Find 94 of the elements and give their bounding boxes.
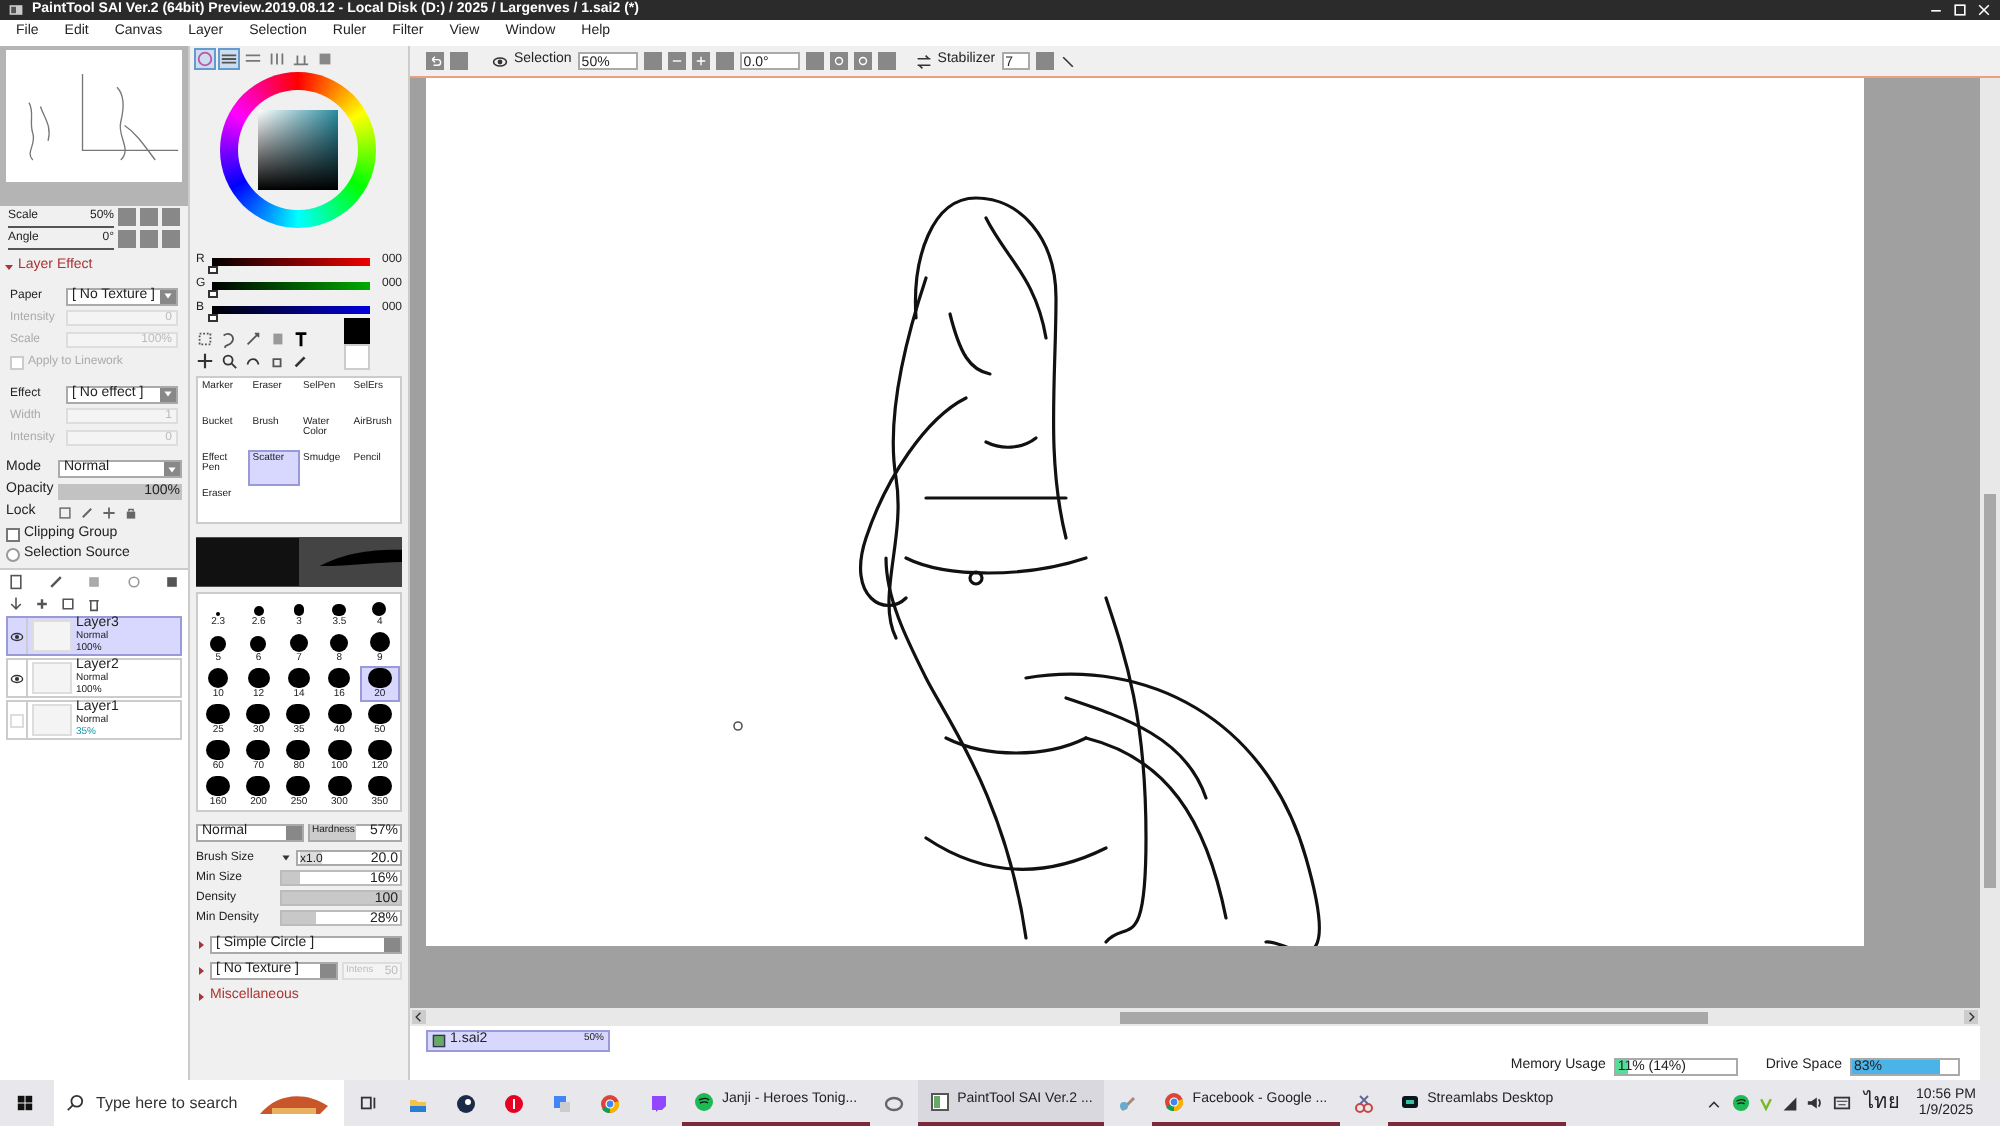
zoom-reset-button[interactable]: [715, 52, 734, 70]
steam-icon: [456, 1093, 476, 1113]
slider-thumb[interactable]: [208, 265, 218, 273]
radio-button[interactable]: [6, 547, 20, 561]
maximize-icon[interactable]: [1952, 2, 1968, 18]
close-icon[interactable]: [1976, 2, 1992, 18]
text-tool-icon[interactable]: [292, 330, 310, 348]
lasso-icon[interactable]: [220, 330, 238, 348]
scroll-left-icon[interactable]: [412, 1010, 426, 1024]
signal-icon[interactable]: [1782, 1095, 1799, 1111]
primary-color-swatch[interactable]: [344, 318, 370, 344]
checkbox[interactable]: [6, 527, 20, 541]
slider-thumb[interactable]: [208, 289, 218, 297]
expand-icon[interactable]: [196, 991, 206, 1001]
expand-icon[interactable]: [196, 939, 206, 949]
eye-icon[interactable]: [10, 671, 24, 685]
lock-transparency-icon[interactable]: [58, 506, 72, 520]
zoom-out-button[interactable]: [667, 52, 686, 70]
ring-icon: [883, 1093, 904, 1113]
rgb-slider-icon[interactable]: [220, 49, 238, 67]
rotate-left-icon: [831, 54, 846, 68]
caret-icon: [162, 290, 174, 302]
trash-icon[interactable]: [86, 595, 102, 611]
slider-thumb[interactable]: [208, 313, 218, 321]
eyedropper-icon[interactable]: [292, 352, 310, 370]
pin-icon: [504, 1093, 524, 1113]
caret-icon: [162, 388, 174, 400]
rotate-reset-button[interactable]: [877, 52, 896, 70]
hsv-wheel-icon[interactable]: [196, 49, 214, 67]
cursor-icon: [730, 718, 746, 734]
new-linework-layer-icon[interactable]: [47, 573, 63, 589]
hsv-slider-icon[interactable]: [244, 49, 262, 67]
rotate-icon[interactable]: [244, 352, 262, 370]
plus-icon: [693, 54, 708, 68]
layer-thumbnail: [32, 704, 72, 736]
rotate-right-button[interactable]: [853, 52, 872, 70]
move-icon[interactable]: [196, 352, 214, 370]
file-icon: [432, 1033, 446, 1047]
chrome-icon: [1164, 1091, 1185, 1111]
caret-icon: [166, 463, 178, 475]
flip-icon[interactable]: [915, 53, 932, 69]
rotate-right-icon: [855, 54, 870, 68]
streamlabs-icon: [1399, 1091, 1420, 1111]
keyboard-icon[interactable]: [1832, 1094, 1853, 1112]
task-view-icon[interactable]: [360, 1094, 378, 1112]
pencil-icon[interactable]: [80, 506, 94, 520]
spotify-icon[interactable]: [1732, 1094, 1751, 1112]
zoom-icon[interactable]: [220, 352, 238, 370]
palette-icon[interactable]: [268, 49, 286, 67]
search-field[interactable]: Type here to search: [54, 1080, 344, 1126]
line-tool-icon[interactable]: [1059, 53, 1076, 69]
transfer-down-icon[interactable]: [8, 595, 24, 611]
mixer-icon[interactable]: [292, 49, 310, 67]
minus-icon: [669, 54, 684, 68]
app-icon: [8, 2, 24, 18]
eye-icon[interactable]: [10, 629, 24, 643]
spotify-icon: [694, 1091, 714, 1111]
angle-dropdown-button[interactable]: [805, 52, 824, 70]
language-indicator[interactable]: ไทย: [1864, 1088, 1901, 1118]
move-icon[interactable]: [102, 506, 116, 520]
mask-icon[interactable]: [164, 573, 180, 589]
fill-layer-icon[interactable]: [125, 573, 141, 589]
chrome-icon: [600, 1093, 620, 1113]
zoom-in-button[interactable]: [691, 52, 710, 70]
undo-button[interactable]: [426, 52, 444, 70]
start-button[interactable]: [16, 1094, 34, 1112]
layer-thumbnail: [32, 620, 72, 652]
secondary-color-swatch[interactable]: [344, 344, 370, 370]
rotate-left-button[interactable]: [829, 52, 848, 70]
undo-icon: [428, 54, 442, 68]
expand-icon[interactable]: [4, 262, 14, 272]
lock-icon[interactable]: [124, 506, 138, 520]
scissors-icon: [1353, 1093, 1374, 1113]
vertical-scrollbar[interactable]: [1980, 78, 2000, 1080]
selection-tool-icon[interactable]: [196, 330, 214, 348]
volume-icon[interactable]: [1806, 1094, 1825, 1112]
app-window-icon: [929, 1091, 950, 1111]
clear-icon[interactable]: [60, 595, 76, 611]
expand-icon[interactable]: [196, 965, 206, 975]
caret-icon[interactable]: [280, 852, 292, 864]
new-layer-icon[interactable]: [8, 573, 24, 589]
paint-brush-icon: [1118, 1093, 1139, 1113]
layer-thumbnail: [32, 662, 72, 694]
merge-icon[interactable]: [34, 595, 50, 611]
hand-icon[interactable]: [268, 352, 286, 370]
scroll-right-icon[interactable]: [1964, 1010, 1978, 1024]
eye-icon[interactable]: [492, 53, 508, 69]
visibility-toggle[interactable]: [10, 713, 24, 727]
magic-wand-icon[interactable]: [244, 330, 262, 348]
chat-bubble-icon: [648, 1093, 668, 1113]
translate-icon: [552, 1093, 572, 1113]
horizontal-scrollbar[interactable]: [410, 1008, 1980, 1026]
zoom-dropdown-button[interactable]: [643, 52, 662, 70]
search-icon: [66, 1094, 84, 1112]
